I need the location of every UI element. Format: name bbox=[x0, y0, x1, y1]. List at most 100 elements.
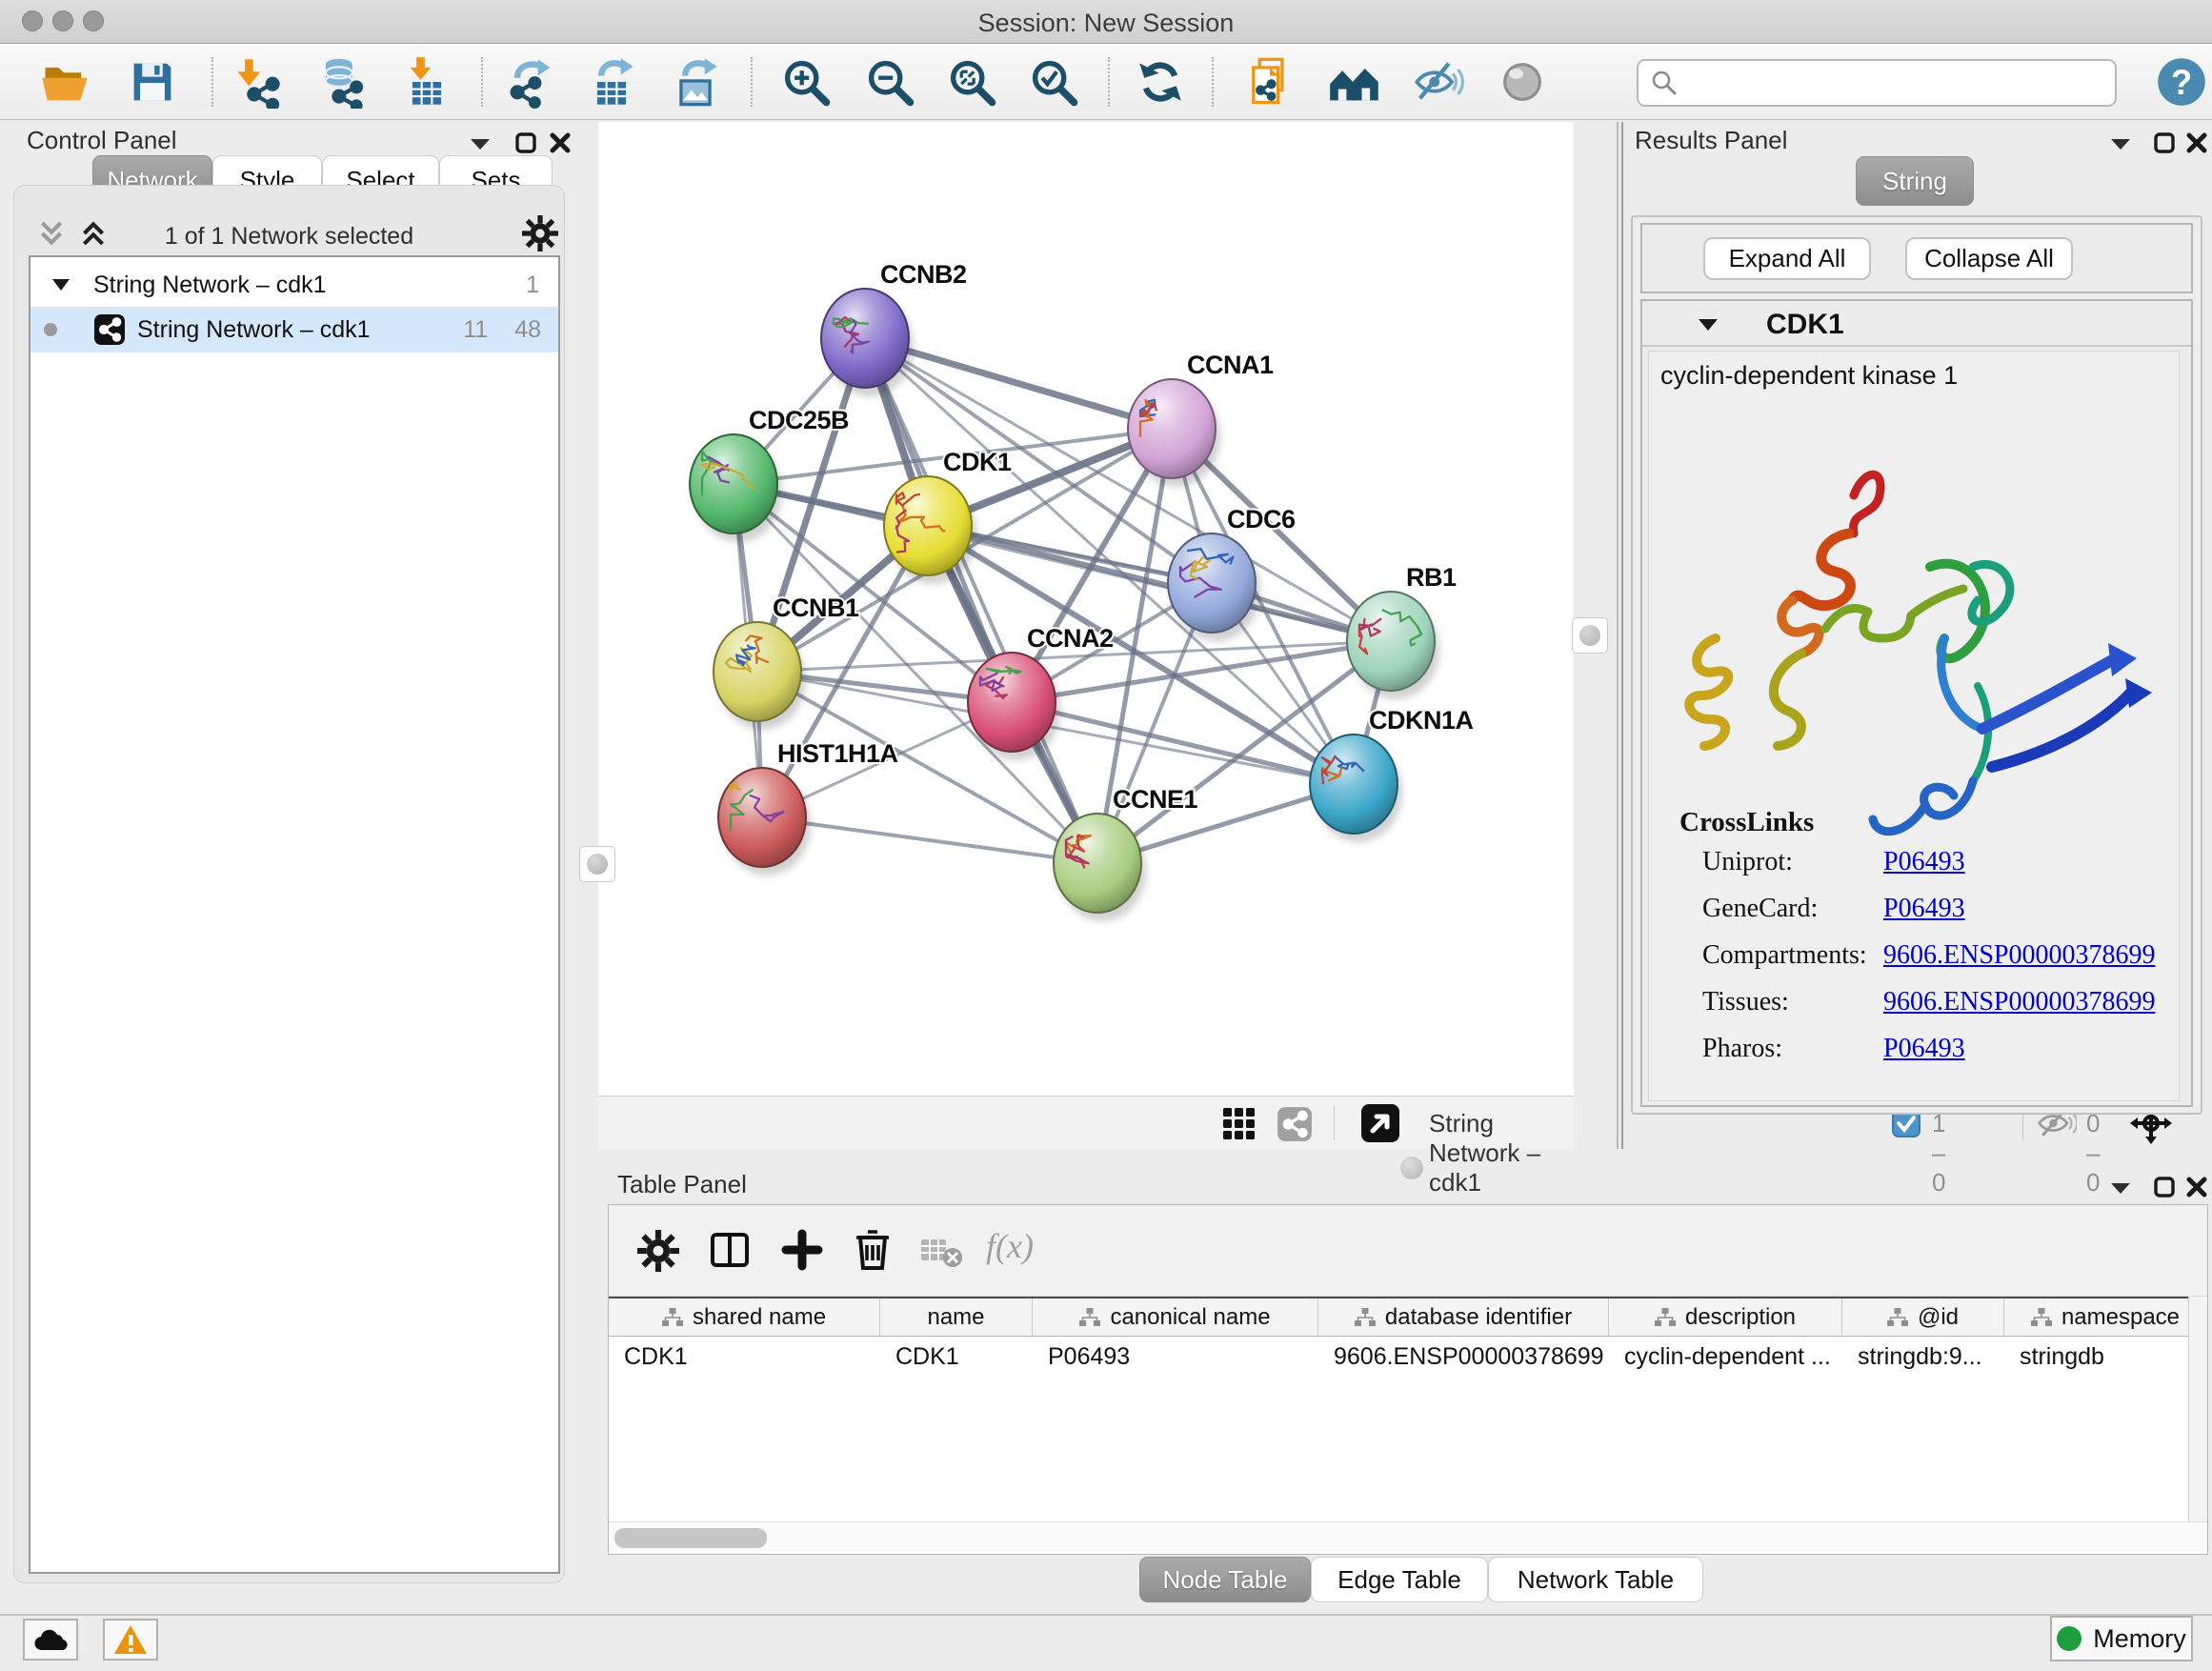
table-vertical-scrollbar[interactable] bbox=[2188, 1297, 2207, 1521]
node-body[interactable] bbox=[1054, 814, 1141, 913]
title-bar: Session: New Session bbox=[0, 0, 2212, 44]
tab-string[interactable]: String bbox=[1856, 156, 1974, 206]
network-options-gear-icon[interactable] bbox=[522, 215, 558, 252]
scrollbar-thumb[interactable] bbox=[614, 1528, 767, 1548]
table-cell[interactable]: stringdb:9... bbox=[1842, 1338, 2004, 1376]
homes-icon[interactable] bbox=[1328, 55, 1381, 109]
memory-button[interactable]: Memory bbox=[2050, 1616, 2193, 1661]
document-share-icon[interactable] bbox=[1243, 55, 1297, 109]
table-panel-float-icon[interactable] bbox=[2153, 1176, 2176, 1198]
network-node-HIST1H1A[interactable]: HIST1H1A bbox=[718, 739, 898, 876]
crosslink-value-link[interactable]: 9606.ENSP00000378699 bbox=[1883, 987, 2155, 1017]
network-edge[interactable] bbox=[1012, 702, 1354, 784]
table-row[interactable]: CDK1CDK1P064939606.ENSP00000378699cyclin… bbox=[609, 1338, 2207, 1376]
node-body[interactable] bbox=[968, 653, 1056, 752]
table-panel-close-icon[interactable] bbox=[2185, 1176, 2208, 1198]
apply-layout-icon[interactable] bbox=[1134, 55, 1187, 109]
crosslink-value-link[interactable]: P06493 bbox=[1883, 894, 1965, 924]
node-label: CCNB2 bbox=[880, 260, 967, 289]
eye-icon[interactable] bbox=[1496, 55, 1549, 109]
node-body[interactable] bbox=[1168, 534, 1256, 633]
network-edge[interactable] bbox=[928, 526, 1391, 641]
column-header-description[interactable]: description bbox=[1609, 1299, 1842, 1336]
expand-all-button[interactable]: Expand All bbox=[1703, 237, 1871, 280]
toolbar-separator bbox=[211, 57, 213, 107]
open-session-icon[interactable] bbox=[38, 55, 91, 109]
results-splitter[interactable] bbox=[1617, 122, 1619, 1149]
show-columns-icon[interactable] bbox=[708, 1228, 752, 1272]
bottom-splitter-handle[interactable] bbox=[1400, 1157, 1423, 1179]
results-panel-float-icon[interactable] bbox=[2153, 131, 2176, 154]
network-node-RB1[interactable]: RB1 bbox=[1347, 563, 1457, 699]
hide-eye-icon[interactable] bbox=[1412, 55, 1465, 109]
disclosure-triangle-icon[interactable] bbox=[51, 277, 70, 292]
control-panel-close-icon[interactable] bbox=[549, 131, 572, 154]
export-table-icon[interactable] bbox=[585, 55, 638, 109]
warning-status-button[interactable] bbox=[103, 1619, 158, 1661]
crosslink-value-link[interactable]: P06493 bbox=[1883, 1034, 1965, 1064]
grid-view-icon[interactable] bbox=[1222, 1107, 1257, 1141]
network-node-CCNB2[interactable]: CCNB2 bbox=[821, 260, 967, 396]
network-row-selected[interactable]: String Network – cdk1 11 48 bbox=[30, 307, 558, 352]
right-splitter-handle[interactable] bbox=[1572, 617, 1608, 654]
column-header--id[interactable]: @id bbox=[1842, 1299, 2004, 1336]
table-options-gear-icon[interactable] bbox=[637, 1230, 679, 1272]
delete-column-icon[interactable] bbox=[851, 1226, 895, 1272]
table-horizontal-scrollbar[interactable] bbox=[609, 1521, 2207, 1554]
table-panel-menu-icon[interactable] bbox=[2109, 1179, 2132, 1197]
network-node-CCNB1[interactable]: CCNB1 bbox=[714, 594, 859, 730]
column-header-namespace[interactable]: namespace bbox=[2004, 1299, 2207, 1336]
results-panel-menu-icon[interactable] bbox=[2109, 135, 2132, 152]
column-header-canonical-name[interactable]: canonical name bbox=[1033, 1299, 1318, 1336]
network-canvas[interactable]: CCNB2CCNA1CDC25BCDK1CDC6RB1CCNB1CCNA2CDK… bbox=[598, 122, 1574, 1096]
cloud-status-button[interactable] bbox=[23, 1619, 78, 1661]
table-cell[interactable]: CDK1 bbox=[880, 1338, 1033, 1376]
export-image-icon[interactable] bbox=[669, 55, 722, 109]
network-collection-row[interactable]: String Network – cdk1 1 bbox=[30, 263, 558, 307]
section-disclosure-icon[interactable] bbox=[1698, 317, 1719, 332]
import-network-from-database-icon[interactable] bbox=[314, 55, 368, 109]
network-node-CDKN1A[interactable]: CDKN1A bbox=[1310, 706, 1474, 842]
zoom-selected-icon[interactable] bbox=[1027, 55, 1080, 109]
export-network-icon[interactable] bbox=[503, 55, 556, 109]
detach-view-icon[interactable] bbox=[1360, 1103, 1400, 1143]
column-header-name[interactable]: name bbox=[880, 1299, 1033, 1336]
hidden-items-indicator: 0 – 0 bbox=[2086, 1109, 2100, 1198]
crosslink-value-link[interactable]: 9606.ENSP00000378699 bbox=[1883, 940, 2155, 971]
results-panel-close-icon[interactable] bbox=[2185, 131, 2208, 154]
column-header-database-identifier[interactable]: database identifier bbox=[1318, 1299, 1609, 1336]
column-header-shared-name[interactable]: shared name bbox=[609, 1299, 880, 1336]
zoom-in-icon[interactable] bbox=[779, 55, 833, 109]
network-node-CCNA1[interactable]: CCNA1 bbox=[1128, 351, 1274, 487]
table-cell[interactable]: cyclin-dependent ... bbox=[1609, 1338, 1842, 1376]
network-node-CCNE1[interactable]: CCNE1 bbox=[1054, 785, 1198, 921]
network-status-dot bbox=[44, 323, 57, 336]
zoom-fit-icon[interactable] bbox=[945, 55, 998, 109]
network-edge[interactable] bbox=[865, 338, 1097, 863]
network-edge[interactable] bbox=[762, 817, 1097, 863]
import-table-from-file-icon[interactable] bbox=[400, 55, 453, 109]
table-cell[interactable]: P06493 bbox=[1033, 1338, 1318, 1376]
table-cell[interactable]: 9606.ENSP00000378699 bbox=[1318, 1338, 1609, 1376]
protein-section-header[interactable]: CDK1 bbox=[1642, 301, 2191, 347]
tab-network-table[interactable]: Network Table bbox=[1488, 1557, 1703, 1602]
create-column-icon[interactable] bbox=[780, 1228, 824, 1272]
crosslink-value-link[interactable]: P06493 bbox=[1883, 847, 1965, 877]
table-cell[interactable]: CDK1 bbox=[609, 1338, 880, 1376]
import-network-from-file-icon[interactable] bbox=[231, 55, 284, 109]
tab-edge-table[interactable]: Edge Table bbox=[1311, 1557, 1488, 1602]
network-view-mode-icon[interactable] bbox=[1277, 1106, 1313, 1142]
node-body[interactable] bbox=[821, 289, 909, 388]
tab-node-table[interactable]: Node Table bbox=[1139, 1557, 1311, 1602]
collapse-all-button[interactable]: Collapse All bbox=[1905, 237, 2073, 280]
left-splitter-handle[interactable] bbox=[579, 846, 615, 882]
node-label: CCNA1 bbox=[1187, 351, 1274, 379]
control-panel-menu-icon[interactable] bbox=[469, 135, 492, 152]
help-icon[interactable]: ? bbox=[2155, 55, 2208, 109]
table-toolbar: f(x) bbox=[609, 1205, 2207, 1297]
control-panel-float-icon[interactable] bbox=[514, 131, 537, 154]
search-input[interactable] bbox=[1679, 69, 2098, 98]
zoom-out-icon[interactable] bbox=[863, 55, 916, 109]
save-session-icon[interactable] bbox=[126, 55, 179, 109]
table-cell[interactable]: stringdb bbox=[2004, 1338, 2207, 1376]
